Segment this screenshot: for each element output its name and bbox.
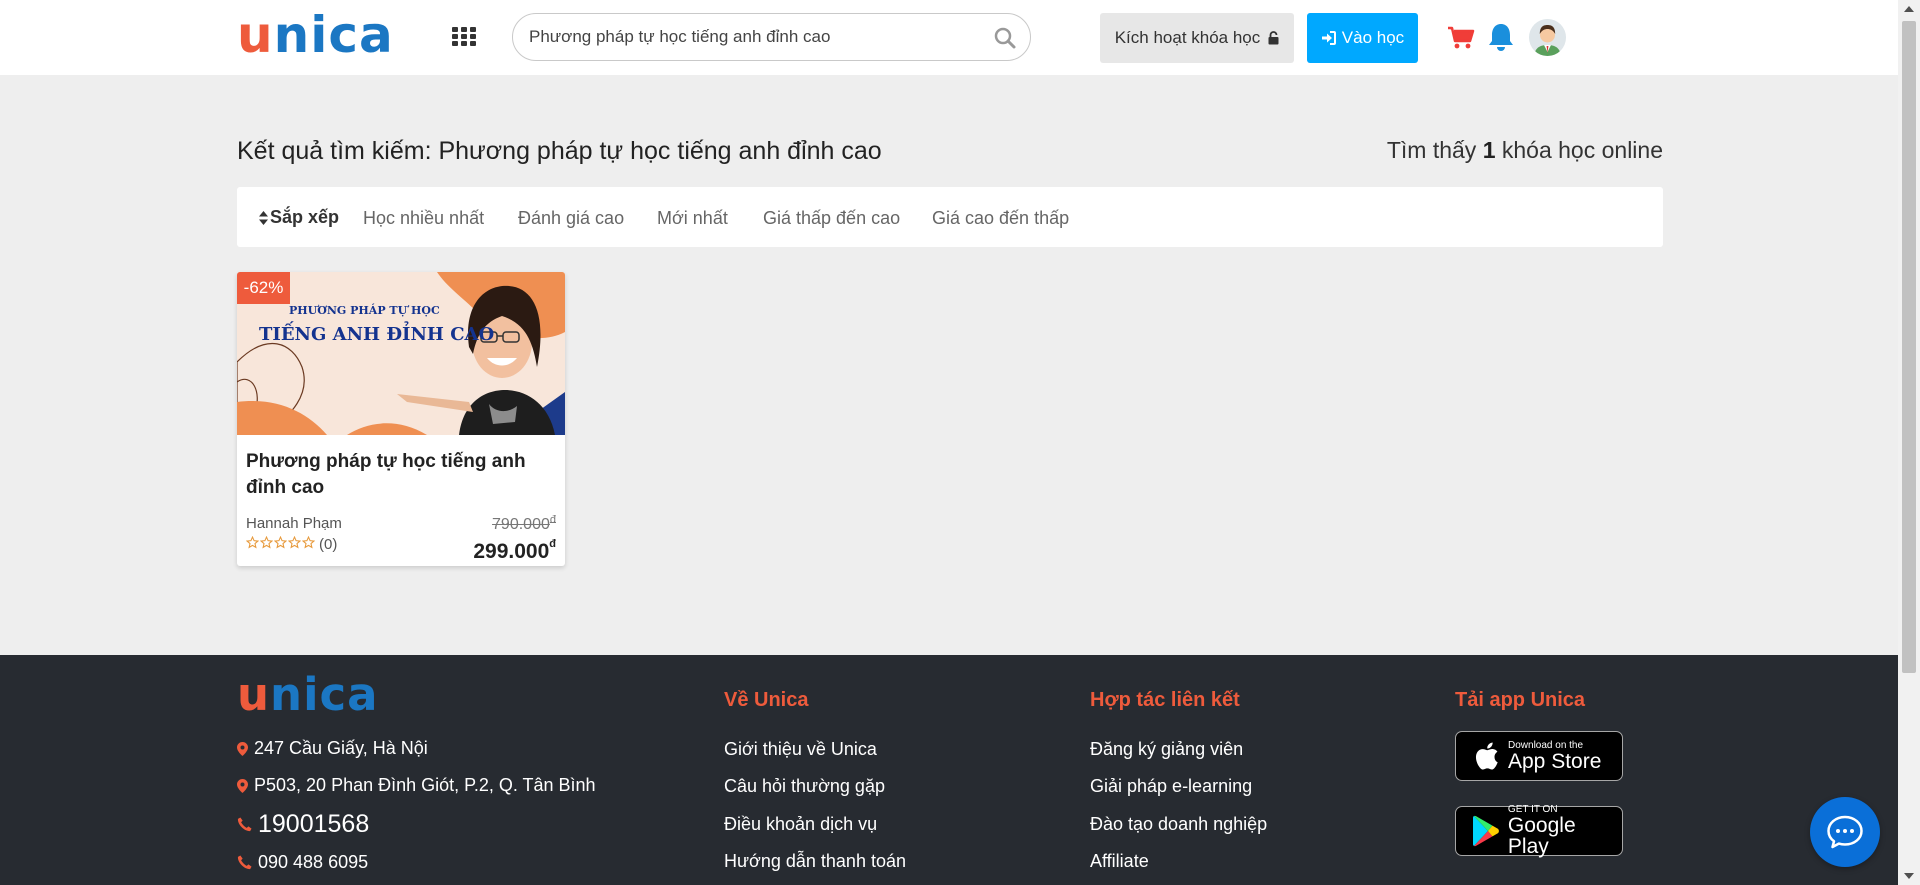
contact-hotline[interactable]: 19001568 [237,810,369,839]
footer-link-terms[interactable]: Điều khoản dịch vụ [724,814,877,835]
bell-icon[interactable] [1488,22,1514,52]
footer-about-title: Về Unica [724,689,809,711]
original-price: 790.000đ [492,514,556,533]
footer-logo[interactable]: u nica [237,672,379,717]
sort-label: Sắp xếp [259,207,339,228]
phone-icon [237,855,252,870]
search-input[interactable] [529,24,969,50]
scroll-up-arrow-icon[interactable] [1904,6,1914,12]
scrollbar-thumb[interactable] [1902,21,1916,673]
sign-in-icon [1321,31,1336,45]
login-button[interactable]: Vào học [1307,13,1418,63]
contact-address-2: P503, 20 Phan Đình Giót, P.2, Q. Tân Bìn… [237,775,596,796]
footer-link-elearning[interactable]: Giải pháp e-learning [1090,776,1252,797]
sort-option-newest[interactable]: Mới nhất [657,208,728,229]
footer-link-affiliate[interactable]: Affiliate [1090,851,1149,872]
google-play-button[interactable]: GET IT ON Google Play [1455,805,1623,857]
course-card[interactable]: PHƯƠNG PHÁP TỰ HỌC TIẾNG ANH ĐỈNH CAO -6… [237,272,565,566]
footer-link-about[interactable]: Giới thiệu về Unica [724,739,877,760]
thumbnail-text-line-2: TIẾNG ANH ĐỈNH CAO [259,324,495,345]
contact-address-1: 247 Cầu Giấy, Hà Nội [237,738,428,759]
sort-icon [259,210,268,225]
instructor-name: Hannah Phạm [246,515,342,532]
star-empty-icon [302,536,315,549]
chat-button[interactable] [1810,797,1880,867]
scroll-down-arrow-icon[interactable] [1904,873,1914,879]
star-empty-icon [288,536,301,549]
rating-count: (0) [319,536,338,553]
sort-option-most-learned[interactable]: Học nhiều nhất [363,208,484,229]
avatar[interactable] [1529,19,1566,56]
app-store-button[interactable]: Download on the App Store [1455,731,1623,781]
footer-link-payment-guide[interactable]: Hướng dẫn thanh toán [724,851,906,872]
sort-option-price-low-high[interactable]: Giá thấp đến cao [763,208,900,229]
thumbnail-text-line-1: PHƯƠNG PHÁP TỰ HỌC [289,304,440,317]
google-play-icon [1472,815,1499,847]
discount-badge: -62% [237,272,290,304]
phone-icon [237,817,252,832]
map-marker-icon [237,778,248,793]
map-marker-icon [237,741,248,756]
footer-app-title: Tải app Unica [1455,689,1586,711]
cart-icon[interactable] [1447,26,1475,50]
footer-link-instructor-signup[interactable]: Đăng ký giảng viên [1090,739,1243,760]
star-empty-icon [260,536,273,549]
star-empty-icon [246,536,259,549]
result-count: Tìm thấy 1 khóa học online [1386,137,1663,163]
site-header: unica Kích hoạt khóa học Vào học [0,0,1898,75]
grid-menu-icon[interactable] [452,27,476,47]
contact-mobile[interactable]: 090 488 6095 [237,852,368,873]
course-thumbnail[interactable]: PHƯƠNG PHÁP TỰ HỌC TIẾNG ANH ĐỈNH CAO -6… [237,272,565,435]
footer-link-faq[interactable]: Câu hỏi thường gặp [724,776,885,797]
page-scrollbar[interactable] [1898,0,1920,885]
apple-icon [1475,742,1498,770]
course-title[interactable]: Phương pháp tự học tiếng anh đỉnh cao [246,449,556,501]
sort-bar: Sắp xếp Học nhiều nhất Đánh giá cao Mới … [237,187,1663,247]
sale-price: 299.000đ [473,538,556,563]
star-empty-icon [274,536,287,549]
activate-course-label: Kích hoạt khóa học [1114,28,1261,47]
footer-partnership-title: Hợp tác liên kết [1090,689,1240,711]
search-icon[interactable] [993,26,1017,50]
sort-option-top-rated[interactable]: Đánh giá cao [518,208,624,229]
lock-icon [1268,31,1279,45]
rating-stars [246,536,315,549]
unica-logo[interactable]: u nica [237,10,394,60]
page-title: Kết quả tìm kiếm: Phương pháp tự học tiế… [237,137,882,165]
chat-bubble-icon [1827,815,1863,849]
search-bar [512,13,1031,61]
footer-link-enterprise-training[interactable]: Đào tạo doanh nghiệp [1090,814,1267,835]
activate-course-button[interactable]: Kích hoạt khóa học [1100,13,1294,63]
site-footer: u nica 247 Cầu Giấy, Hà Nội P503, 20 Phan… [0,655,1898,885]
sort-option-price-high-low[interactable]: Giá cao đến thấp [932,208,1069,229]
login-label: Vào học [1341,28,1405,47]
